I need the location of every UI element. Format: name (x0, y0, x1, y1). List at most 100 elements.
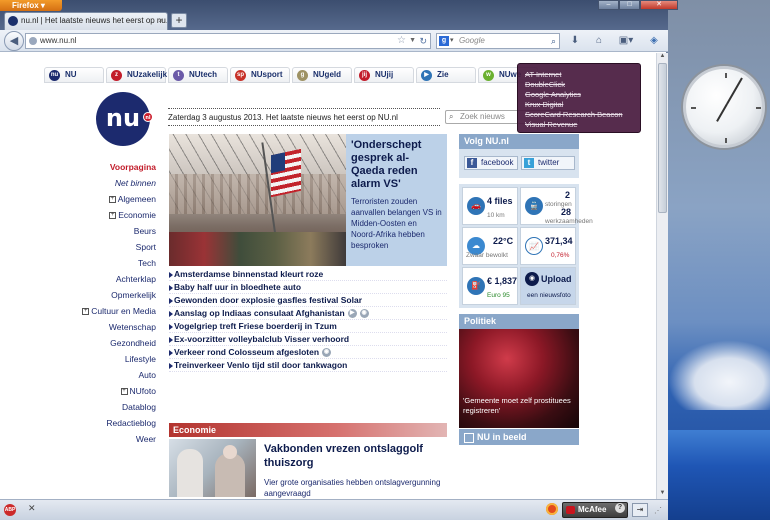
left-nav-label: Auto (138, 370, 157, 380)
left-nav-item[interactable]: Lifestyle (60, 351, 156, 367)
browser-tab[interactable]: nu.nl | Het laatste nieuws het eerst op … (4, 12, 168, 30)
url-bar[interactable]: www.nu.nl ☆ ▼ ↻ (25, 33, 431, 49)
tracker-item[interactable]: Google Analytics (525, 90, 633, 100)
hero-image[interactable] (169, 134, 346, 266)
left-nav-item[interactable]: Achterklap (60, 271, 156, 287)
economie-image[interactable] (169, 439, 256, 497)
search-bar[interactable]: g ▾ Google ⌕ (436, 33, 560, 49)
section-tab-nujij[interactable]: jij NUjij (354, 67, 414, 83)
news-item[interactable]: Treinverkeer Venlo tijd stil door tankwa… (169, 359, 447, 372)
reload-icon[interactable]: ↻ (419, 34, 427, 48)
site-identity-icon[interactable] (29, 37, 37, 45)
resize-grip-icon[interactable]: ⋰ (654, 506, 662, 515)
news-item[interactable]: Amsterdamse binnenstad kleurt roze (169, 268, 447, 281)
left-nav-item[interactable]: + Cultuur en Media (60, 303, 156, 319)
left-nav-item[interactable]: Gezondheid (60, 335, 156, 351)
economie-section-header[interactable]: Economie (169, 423, 447, 437)
tracker-item[interactable]: AT Internet (525, 70, 633, 80)
tracker-item[interactable]: DoubleClick (525, 80, 633, 90)
section-tab-nu[interactable]: nu NU (44, 67, 104, 83)
firefox-menu-button[interactable]: Firefox ▾ (0, 0, 62, 11)
section-tab-label: NUjij (375, 70, 394, 79)
news-item[interactable]: Baby half uur in bloedhete auto (169, 281, 447, 294)
search-engine-dropdown-icon[interactable]: ▾ (450, 34, 454, 48)
twitter-button[interactable]: twitter (521, 156, 575, 170)
tab-close-icon[interactable]: × (158, 13, 163, 29)
tracker-item[interactable]: ScoreCard Research Beacon (525, 110, 633, 120)
news-item[interactable]: Aanslag op Indiaas consulaat Afghanistan… (169, 307, 447, 320)
facebook-button[interactable]: facebook (464, 156, 518, 170)
downloads-icon[interactable]: ⬇ (568, 34, 582, 48)
section-tab-nusport[interactable]: sp NUsport (230, 67, 290, 83)
section-tab-zie[interactable]: ▶ Zie (416, 67, 476, 83)
hero-image-crowd (169, 232, 346, 266)
expand-plus-icon[interactable]: + (82, 308, 90, 316)
hero-article[interactable]: 'Onderschept gesprek al-Qaeda reden alar… (346, 134, 447, 266)
minimize-button[interactable]: – (598, 0, 619, 10)
economie-headline[interactable]: Vakbonden vrezen ontslaggolf thuiszorg (264, 442, 444, 470)
section-tab-nuzakelijk[interactable]: z NUzakelijk (106, 67, 167, 83)
left-nav-item[interactable]: Opmerkelijk (60, 287, 156, 303)
desktop-clock-gadget[interactable] (683, 66, 765, 148)
politiek-panel[interactable]: Politiek 'Gemeente moet zelf prostituees… (459, 314, 579, 428)
left-nav-item[interactable]: Redactieblog (60, 415, 156, 431)
vertical-scrollbar[interactable]: ▲ ▼ (656, 53, 668, 499)
close-window-button[interactable]: ✕ (640, 0, 678, 10)
left-nav-item[interactable]: Auto (60, 367, 157, 383)
aex-widget[interactable]: 📈 371,34 0,76% (520, 227, 576, 265)
left-nav-item[interactable]: + Algemeen (60, 191, 156, 207)
search-icon[interactable]: ⌕ (551, 34, 556, 48)
left-nav-item[interactable]: + Economie (60, 207, 156, 223)
section-tab-nutech[interactable]: t NUtech (168, 67, 228, 83)
url-history-dropdown-icon[interactable]: ▼ (409, 34, 416, 48)
left-nav-item[interactable]: Wetenschap (60, 319, 156, 335)
left-nav-item[interactable]: Net binnen (60, 175, 156, 191)
left-nav-item[interactable]: Sport (60, 239, 156, 255)
news-item[interactable]: Vogelgriep treft Friese boerderij in Tzu… (169, 320, 447, 333)
left-nav-item[interactable]: Beurs (60, 223, 156, 239)
hero-headline[interactable]: 'Onderschept gesprek al-Qaeda reden alar… (351, 139, 442, 191)
left-nav-item[interactable]: Datablog (60, 399, 156, 415)
fuel-widget[interactable]: ⛽ € 1,837 Euro 95 (462, 267, 518, 305)
expand-plus-icon[interactable]: + (120, 388, 128, 396)
scrollbar-thumb[interactable] (658, 63, 667, 213)
scroll-down-icon[interactable]: ▼ (657, 490, 668, 499)
left-nav-item[interactable]: Weer (60, 431, 156, 447)
scroll-up-icon[interactable]: ▲ (657, 53, 668, 62)
bookmark-star-icon[interactable]: ☆ (397, 34, 406, 48)
nu-in-beeld-header[interactable]: NU in beeld (459, 429, 579, 445)
bookmarks-menu-icon[interactable]: ▣▾ (615, 34, 637, 48)
left-nav-label: NUfoto (129, 386, 156, 396)
help-icon[interactable]: ? (615, 503, 625, 513)
left-nav-item[interactable]: Voorpagina (60, 159, 156, 175)
back-button[interactable]: ◀ (4, 31, 24, 51)
maximize-button[interactable]: □ (619, 0, 640, 10)
tracker-item[interactable]: Krux Digital (525, 100, 633, 110)
ghostery-icon[interactable]: ◈ (646, 34, 662, 48)
weather-widget[interactable]: ☁ 22°C Zwaar bewolkt (462, 227, 518, 265)
adblock-icon[interactable]: ABP (4, 504, 16, 516)
video-icon[interactable]: ▶ (347, 309, 357, 319)
nu-logo[interactable]: nu nl (96, 92, 153, 146)
addon-burst-icon[interactable] (546, 503, 558, 515)
left-nav-item[interactable]: Tech (60, 255, 156, 271)
new-tab-button[interactable]: + (171, 13, 187, 28)
expand-plus-icon[interactable]: + (108, 196, 116, 204)
news-item[interactable]: Verkeer rond Colosseum afgesloten ◉ (169, 346, 447, 359)
close-addon-bar-icon[interactable]: ✕ (28, 503, 36, 514)
home-icon[interactable]: ⌂ (592, 34, 606, 48)
upload-widget[interactable]: ◉ Upload een nieuwsfoto (520, 267, 576, 305)
expand-plus-icon[interactable]: + (109, 212, 117, 220)
politiek-caption[interactable]: 'Gemeente moet zelf prostituees registre… (463, 396, 575, 416)
addon-toolbar-icon[interactable]: ⇥ (632, 503, 648, 517)
news-item[interactable]: Ex-voorzitter volleybalclub Visser verho… (169, 333, 447, 346)
photo-icon[interactable]: ◉ (322, 348, 332, 358)
left-nav-item[interactable]: + NUfoto (60, 383, 156, 399)
train-widget[interactable]: 🚆 2 storingen 28 werkzaamheden (520, 187, 593, 225)
tracker-item[interactable]: Visual Revenue (525, 120, 633, 130)
traffic-widget[interactable]: 🚗 4 files 10 km (462, 187, 518, 225)
section-tab-nugeld[interactable]: g NUgeld (292, 67, 352, 83)
photo-icon[interactable]: ◉ (359, 309, 369, 319)
news-item[interactable]: Gewonden door explosie gasfles festival … (169, 294, 447, 307)
google-icon[interactable]: g (439, 36, 449, 46)
